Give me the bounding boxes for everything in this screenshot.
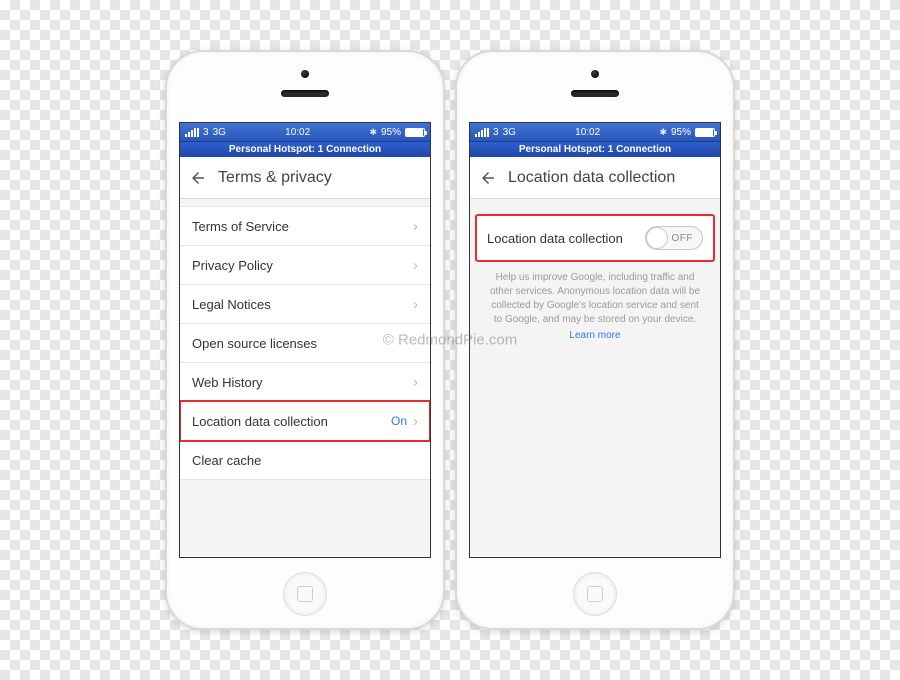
page-title: Location data collection: [508, 169, 675, 187]
learn-more-link[interactable]: Learn more: [470, 330, 720, 341]
row-label: Legal Notices: [192, 297, 271, 312]
carrier-label: 3: [493, 127, 499, 138]
back-button[interactable]: [478, 168, 498, 188]
status-bar: 3 3G 10:02 ✱ 95%: [470, 123, 720, 141]
status-time: 10:02: [285, 127, 310, 138]
chevron-right-icon: ›: [413, 296, 418, 313]
toggle-label: Location data collection: [487, 231, 623, 246]
home-button[interactable]: [573, 572, 617, 616]
row-label: Location data collection: [192, 414, 328, 429]
chevron-right-icon: ›: [413, 413, 418, 430]
row-label: Privacy Policy: [192, 258, 273, 273]
help-text: Help us improve Google, including traffi…: [470, 261, 720, 327]
status-right: ✱ 95%: [659, 127, 715, 138]
chevron-right-icon: ›: [413, 374, 418, 391]
app-header: Terms & privacy: [180, 157, 430, 199]
row-label: Terms of Service: [192, 219, 289, 234]
status-right: ✱ 95%: [369, 127, 425, 138]
hotspot-banner: Personal Hotspot: 1 Connection: [470, 141, 720, 157]
camera-dot: [591, 70, 599, 78]
network-label: 3G: [213, 127, 226, 138]
toggle-row-location-data: Location data collection OFF: [476, 215, 714, 261]
status-bar: 3 3G 10:02 ✱ 95%: [180, 123, 430, 141]
row-clear-cache[interactable]: Clear cache: [180, 440, 430, 480]
carrier-label: 3: [203, 127, 209, 138]
page-title: Terms & privacy: [218, 169, 332, 187]
toggle-knob: [646, 227, 668, 249]
screen-right: 3 3G 10:02 ✱ 95% Personal Hotspot: 1 Con…: [469, 122, 721, 558]
phone-right: 3 3G 10:02 ✱ 95% Personal Hotspot: 1 Con…: [455, 50, 735, 630]
camera-dot: [301, 70, 309, 78]
row-privacy-policy[interactable]: Privacy Policy ›: [180, 245, 430, 285]
status-time: 10:02: [575, 127, 600, 138]
row-label: Clear cache: [192, 453, 261, 468]
speaker-slot: [571, 90, 619, 97]
arrow-left-icon: [479, 169, 497, 187]
arrow-left-icon: [189, 169, 207, 187]
bluetooth-icon: ✱: [659, 127, 667, 138]
detail-content: Location data collection OFF Help us imp…: [470, 199, 720, 557]
home-button[interactable]: [283, 572, 327, 616]
row-legal-notices[interactable]: Legal Notices ›: [180, 284, 430, 324]
row-location-data-collection[interactable]: Location data collection On ›: [180, 401, 430, 441]
chevron-right-icon: ›: [413, 218, 418, 235]
row-value: On: [391, 414, 407, 428]
speaker-slot: [281, 90, 329, 97]
row-label: Web History: [192, 375, 263, 390]
row-open-source-licenses[interactable]: Open source licenses: [180, 323, 430, 363]
signal-icon: [185, 128, 199, 137]
row-web-history[interactable]: Web History ›: [180, 362, 430, 402]
app-header: Location data collection: [470, 157, 720, 199]
status-left: 3 3G: [475, 127, 516, 138]
network-label: 3G: [503, 127, 516, 138]
status-left: 3 3G: [185, 127, 226, 138]
chevron-right-icon: ›: [413, 257, 418, 274]
battery-icon: [405, 128, 425, 137]
toggle-state-text: OFF: [672, 233, 694, 244]
hotspot-banner: Personal Hotspot: 1 Connection: [180, 141, 430, 157]
bluetooth-icon: ✱: [369, 127, 377, 138]
battery-pct: 95%: [671, 127, 691, 138]
signal-icon: [475, 128, 489, 137]
settings-list: Terms of Service › Privacy Policy › Lega…: [180, 199, 430, 557]
row-terms-of-service[interactable]: Terms of Service ›: [180, 206, 430, 246]
phone-left: 3 3G 10:02 ✱ 95% Personal Hotspot: 1 Con…: [165, 50, 445, 630]
row-right-group: On ›: [391, 413, 418, 430]
battery-icon: [695, 128, 715, 137]
back-button[interactable]: [188, 168, 208, 188]
screen-left: 3 3G 10:02 ✱ 95% Personal Hotspot: 1 Con…: [179, 122, 431, 558]
battery-pct: 95%: [381, 127, 401, 138]
row-label: Open source licenses: [192, 336, 317, 351]
toggle-switch[interactable]: OFF: [645, 226, 703, 250]
